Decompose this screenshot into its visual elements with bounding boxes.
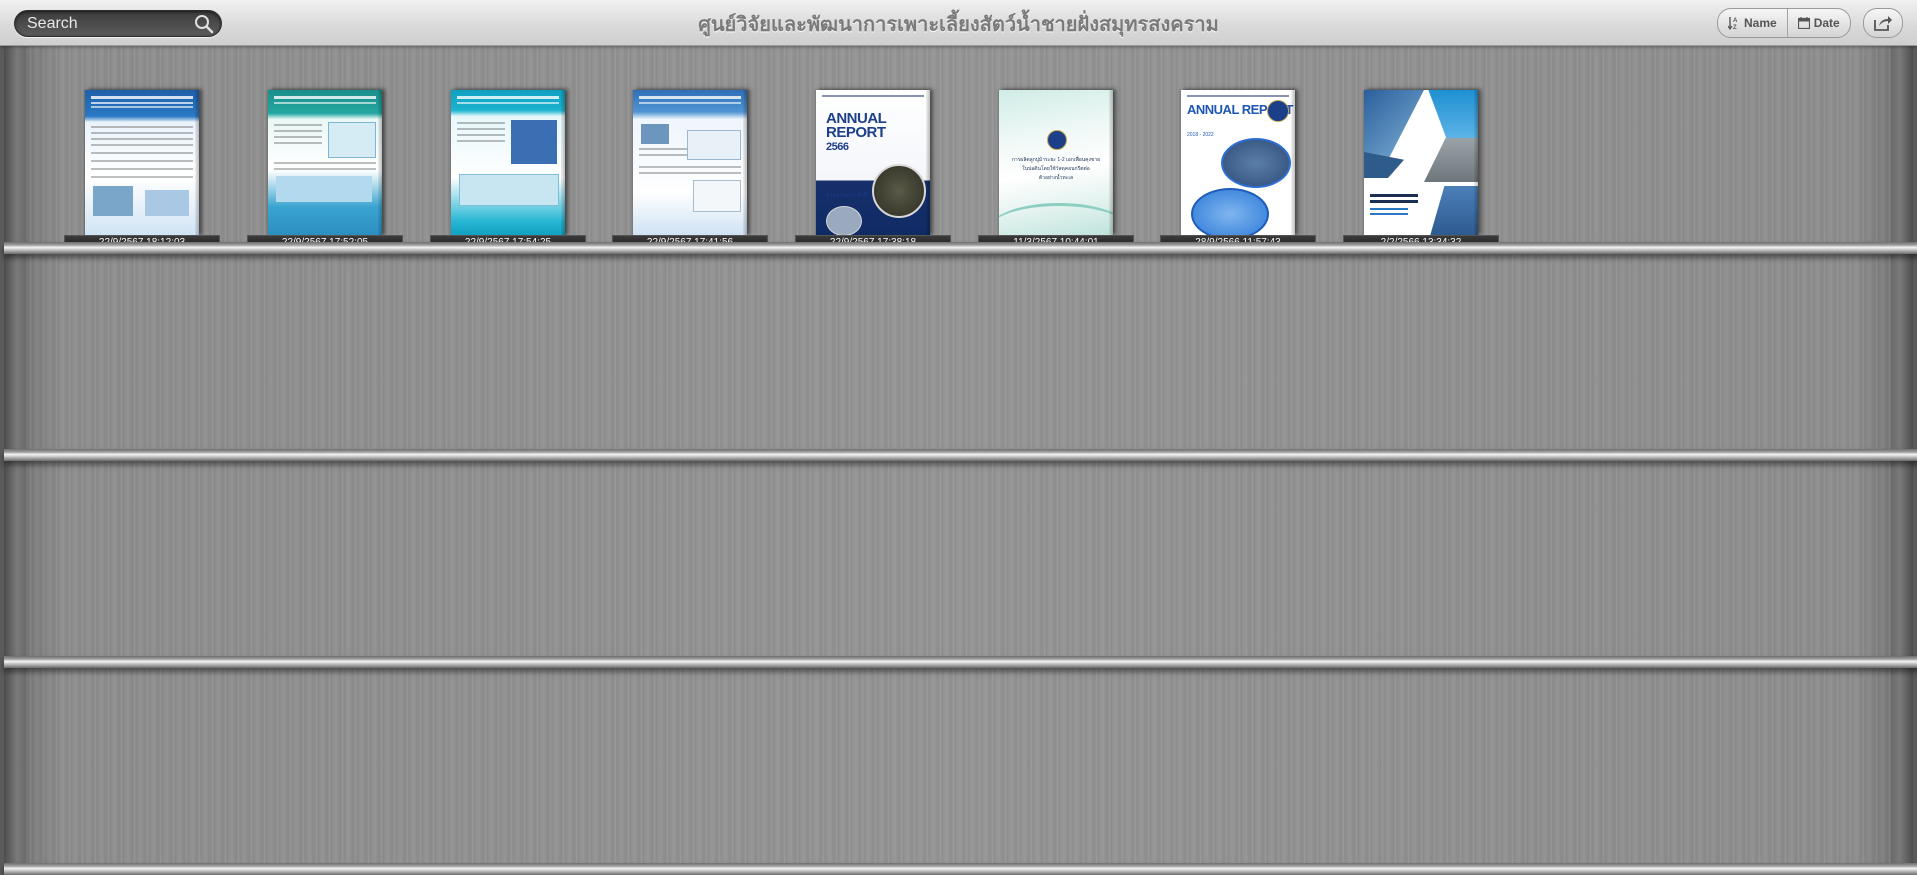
book-item[interactable]: 22/9/2567 17:52:05: [247, 76, 403, 251]
book-item[interactable]: 22/9/2567 17:54:25: [430, 76, 586, 251]
shelf-plank: [4, 449, 1917, 461]
book-cover[interactable]: [85, 90, 199, 236]
book-item[interactable]: 2/2/2566 13:34:32: [1343, 76, 1499, 251]
book-cover[interactable]: [1364, 90, 1478, 236]
sort-alpha-icon: A Z: [1728, 17, 1738, 30]
cover-year: 2566: [826, 141, 849, 153]
shelf-plank: [4, 242, 1917, 254]
book-item[interactable]: ANNUAL REPORT 2566 รายงานประจำปี 22/9/25…: [795, 76, 951, 251]
shelf-plank: [4, 656, 1917, 668]
cover-year: 2018 - 2022: [1187, 132, 1214, 138]
cover-subtitle: รายงานประจำปี: [826, 193, 868, 199]
share-icon: [1874, 16, 1892, 31]
sort-by-date-button[interactable]: Date: [1786, 9, 1850, 37]
share-button[interactable]: [1863, 8, 1903, 38]
calendar-icon: [1797, 17, 1810, 29]
book-cover[interactable]: [633, 90, 747, 236]
book-cover[interactable]: การผลิตลูกปูม้าระยะ 1-2 เอกเพื่อนคุงขาย …: [999, 90, 1113, 236]
book-cover[interactable]: ANNUAL REPORT 2018 - 2022: [1181, 90, 1295, 236]
book-item[interactable]: 22/9/2567 18:12:03: [64, 76, 220, 251]
book-cover[interactable]: ANNUAL REPORT 2566 รายงานประจำปี: [816, 90, 930, 236]
book-cover[interactable]: [451, 90, 565, 236]
shelf-plank: [4, 863, 1917, 875]
cover-line-2: ในบ่อดินโดยใช้วัสดุคอนกรีตต่อ: [1022, 166, 1090, 172]
sort-group: A Z Name Date: [1717, 8, 1851, 38]
book-item[interactable]: การผลิตลูกปูม้าระยะ 1-2 เอกเพื่อนคุงขาย …: [978, 76, 1134, 251]
sort-by-name-label: Name: [1744, 16, 1777, 30]
book-item[interactable]: ANNUAL REPORT 2018 - 2022 28/9/2566 11:5…: [1160, 76, 1316, 251]
svg-text:Z: Z: [1733, 25, 1737, 30]
bookshelf: 22/9/2567 18:12:03 22/9/2567 17:52:05: [0, 46, 1917, 875]
svg-text:A: A: [1733, 18, 1738, 24]
sort-by-name-button[interactable]: A Z Name: [1718, 9, 1787, 37]
toolbar: ศูนย์วิจัยและพัฒนาการเพาะเลี้ยงสัตว์น้ำช…: [0, 0, 1917, 46]
cover-line-3: ตัวอย่างน้ำทะเล: [1038, 175, 1074, 181]
cover-line-1: การผลิตลูกปูม้าระยะ 1-2 เอกเพื่อนคุงขาย: [1011, 157, 1101, 163]
book-cover[interactable]: [268, 90, 382, 236]
page-title: ศูนย์วิจัยและพัฒนาการเพาะเลี้ยงสัตว์น้ำช…: [698, 12, 1219, 36]
book-item[interactable]: 22/9/2567 17:41:56: [612, 76, 768, 251]
cover-title: ANNUAL REPORT: [826, 110, 887, 142]
sort-by-date-label: Date: [1813, 16, 1840, 30]
shelf-background: 22/9/2567 18:12:03 22/9/2567 17:52:05: [4, 46, 1917, 875]
